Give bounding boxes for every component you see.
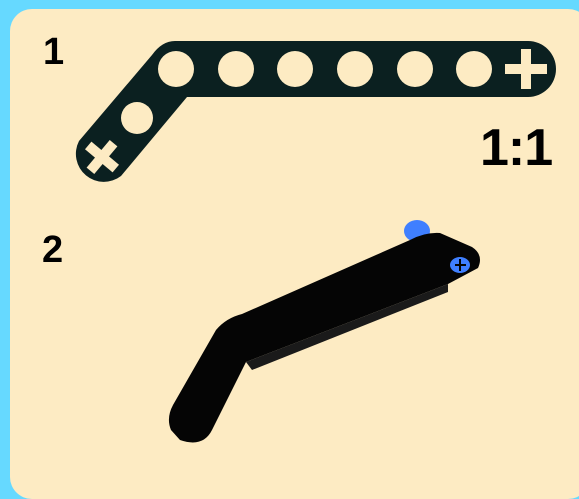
assembled-liftarm-with-blue-pins-icon xyxy=(168,220,480,443)
